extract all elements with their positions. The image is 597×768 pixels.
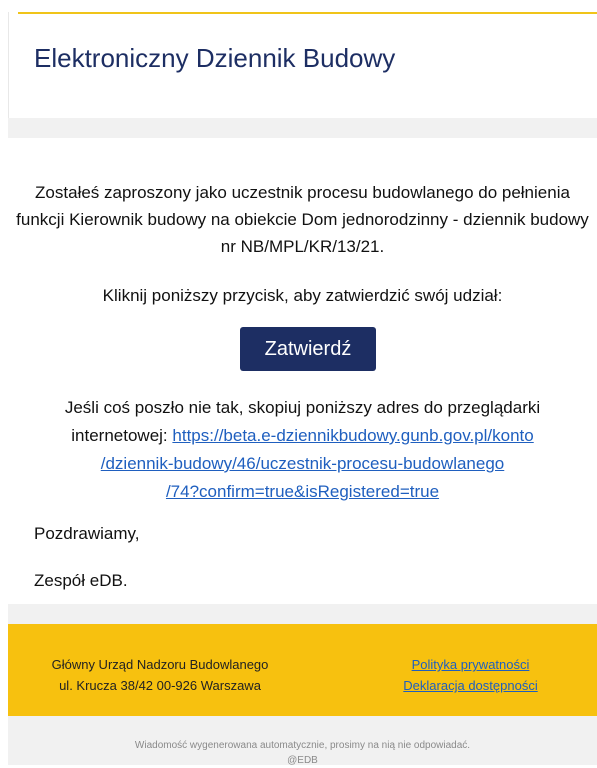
privacy-policy-link[interactable]: Polityka prywatności <box>368 654 573 675</box>
auto-message-text: Wiadomość wygenerowana automatycznie, pr… <box>134 740 471 751</box>
email-header: Elektroniczny Dziennik Budowy <box>0 14 597 118</box>
footer-links: Polityka prywatności Deklaracja dostępno… <box>368 654 573 696</box>
team-signature: Zespół eDB. <box>34 571 128 590</box>
copyright-text: @EDB <box>287 755 318 766</box>
confirm-prompt: Kliknij poniższy przycisk, aby zatwierdz… <box>102 286 503 305</box>
section-divider <box>8 118 597 138</box>
office-address: Główny Urząd Nadzoru Budowlanego ul. Kru… <box>30 654 290 696</box>
invitation-text: Zostałeś zaproszony jako uczestnik proce… <box>16 183 589 256</box>
app-title: Elektroniczny Dziennik Budowy <box>34 43 396 73</box>
accessibility-statement-link[interactable]: Deklaracja dostępności <box>368 675 573 696</box>
email-footer: Główny Urząd Nadzoru Budowlanego ul. Kru… <box>8 624 597 716</box>
auto-notice: Wiadomość wygenerowana automatycznie, pr… <box>8 716 597 768</box>
section-divider <box>8 604 597 624</box>
office-name: Główny Urząd Nadzoru Budowlanego <box>51 657 269 672</box>
greeting-text: Pozdrawiamy, <box>34 524 140 543</box>
email-body: Zostałeś zaproszony jako uczestnik proce… <box>8 138 597 604</box>
office-street: ul. Krucza 38/42 00-926 Warszawa <box>59 678 261 693</box>
notice-text: Wiadomość wygenerowana automatycznie, pr… <box>8 738 597 768</box>
confirm-button[interactable]: Zatwierdź <box>240 327 376 371</box>
fallback-instructions: Jeśli coś poszło nie tak, skopiuj poniżs… <box>16 394 589 506</box>
